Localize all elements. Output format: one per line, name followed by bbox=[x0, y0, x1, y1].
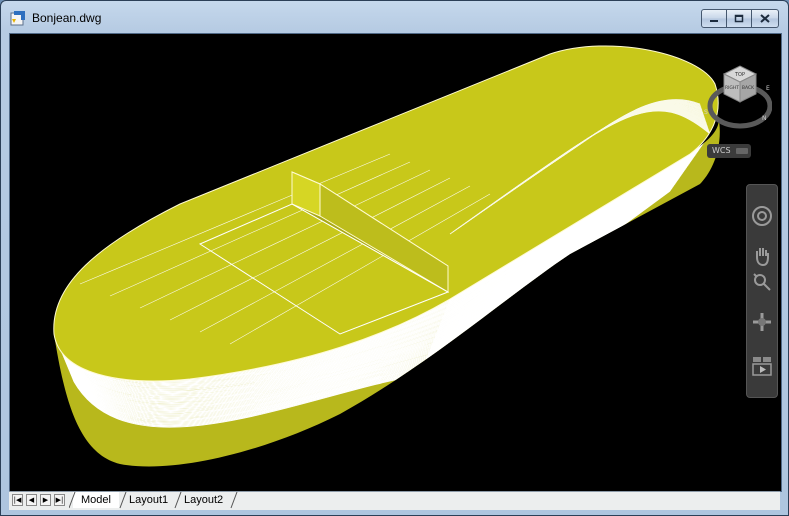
next-tab-button[interactable]: ▶ bbox=[40, 494, 51, 506]
viewcube-left-label: RIGHT bbox=[725, 85, 739, 91]
pan-icon[interactable] bbox=[751, 245, 773, 267]
layout-tab-bar: |◀ ◀ ▶ ▶| Model Layout1 Layout2 bbox=[9, 491, 780, 510]
minimize-button[interactable] bbox=[701, 9, 727, 28]
hull-model bbox=[53, 45, 720, 467]
tab-separators bbox=[69, 492, 238, 509]
compass-e-label: E bbox=[766, 85, 770, 92]
prev-tab-button[interactable]: ◀ bbox=[26, 494, 37, 506]
autocad-file-icon bbox=[10, 11, 25, 26]
compass-s-label: S bbox=[704, 109, 708, 116]
viewcube-right-label: BACK bbox=[742, 85, 755, 91]
wcs-label: WCS bbox=[712, 146, 731, 155]
zoom-icon[interactable] bbox=[751, 271, 773, 293]
minimize-icon bbox=[710, 19, 718, 22]
window-title: Bonjean.dwg bbox=[32, 11, 102, 25]
drawing-window: Bonjean.dwg TOP RIGHT BACK E N S WCS |◀ … bbox=[0, 0, 789, 516]
orbit-icon[interactable] bbox=[751, 311, 773, 333]
first-tab-button[interactable]: |◀ bbox=[12, 494, 23, 506]
restore-icon bbox=[734, 14, 744, 23]
close-button[interactable] bbox=[752, 9, 779, 28]
last-tab-button[interactable]: ▶| bbox=[54, 494, 65, 506]
restore-button[interactable] bbox=[727, 9, 752, 28]
wcs-menu[interactable]: WCS bbox=[707, 144, 751, 158]
steering-wheel-icon[interactable] bbox=[751, 205, 773, 227]
viewcube-icon[interactable]: TOP RIGHT BACK E N S bbox=[700, 62, 772, 134]
navigation-bar bbox=[746, 184, 778, 398]
title-bar[interactable]: Bonjean.dwg bbox=[1, 1, 788, 33]
model-viewport[interactable]: TOP RIGHT BACK E N S WCS bbox=[9, 33, 782, 492]
viewcube-top-label: TOP bbox=[734, 72, 745, 78]
showmotion-icon[interactable] bbox=[751, 355, 773, 377]
chevron-down-icon bbox=[736, 148, 748, 154]
close-icon bbox=[760, 14, 770, 23]
compass-n-label: N bbox=[762, 115, 767, 122]
